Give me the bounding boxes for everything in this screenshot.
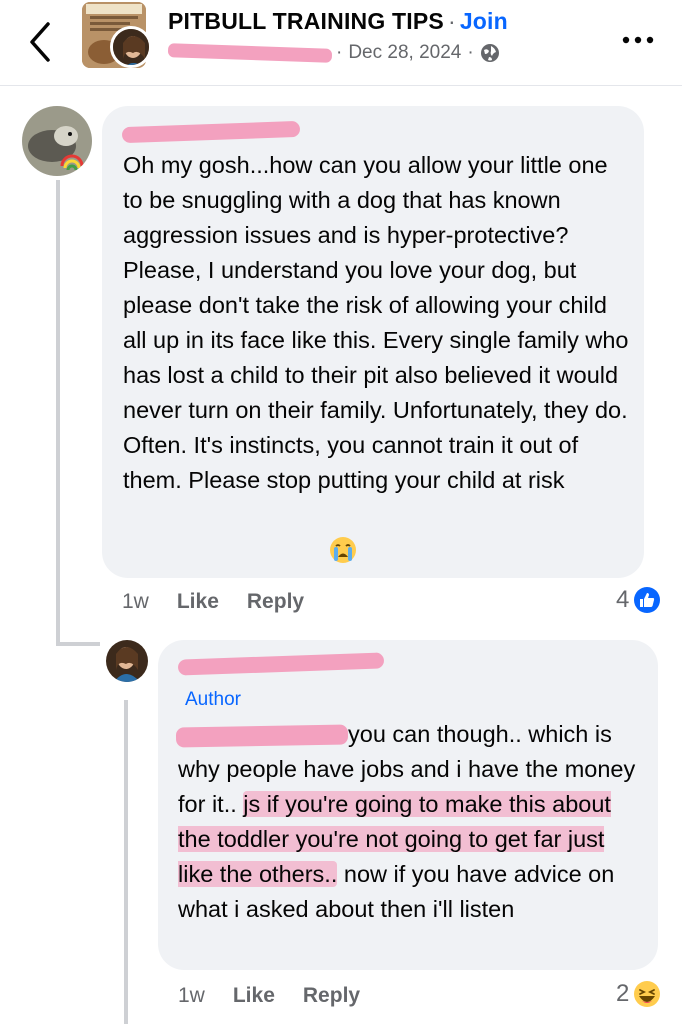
reaction-summary[interactable]: 4 <box>616 586 661 614</box>
join-button[interactable]: Join <box>460 8 508 34</box>
globe-icon <box>480 44 499 62</box>
group-name[interactable]: PITBULL TRAINING TIPS <box>168 8 444 34</box>
title-separator: · <box>447 8 456 34</box>
reply-actions: 1w Like Reply <box>178 984 360 1008</box>
group-title-line: PITBULL TRAINING TIPS · Join <box>168 8 508 35</box>
comment-actions: 1w Like Reply <box>122 590 304 614</box>
reply-text: you can though.. which is why people hav… <box>178 717 646 927</box>
post-header: PITBULL TRAINING TIPS · Join · Dec 28, 202… <box>0 0 682 86</box>
reply-reply-button[interactable]: Reply <box>303 984 360 1008</box>
more-options-button[interactable] <box>620 30 660 50</box>
reply-thread-line <box>124 700 128 1024</box>
redacted-poster-name[interactable] <box>167 43 333 63</box>
reply-author-avatar[interactable] <box>106 640 148 682</box>
reply-reaction-summary[interactable]: 2 <box>616 980 661 1008</box>
chevron-left-icon <box>30 22 50 62</box>
crying-face-emoji <box>329 536 357 564</box>
reply-button[interactable]: Reply <box>247 590 304 614</box>
post-subtitle: · Dec 28, 2024 · <box>167 42 500 64</box>
date-separator-1: · <box>336 42 343 63</box>
reply-time[interactable]: 1w <box>178 984 205 1008</box>
poster-avatar[interactable] <box>110 26 152 68</box>
reaction-count: 4 <box>616 586 630 613</box>
commenter-avatar[interactable] <box>22 106 92 176</box>
reply-like-button[interactable]: Like <box>233 984 275 1008</box>
post-date[interactable]: Dec 28, 2024 <box>348 42 461 64</box>
more-icon <box>622 36 654 44</box>
thread-line <box>56 180 60 646</box>
comment-text: Oh my gosh...how can you allow your litt… <box>123 152 629 493</box>
reply-reaction-count: 2 <box>616 980 630 1007</box>
date-separator-2: · <box>467 42 474 63</box>
back-button[interactable] <box>22 20 58 64</box>
like-button[interactable]: Like <box>177 590 219 614</box>
haha-reaction-icon <box>634 981 661 1007</box>
author-badge: Author <box>185 689 241 710</box>
thread-connector <box>56 642 100 646</box>
comment-time[interactable]: 1w <box>122 590 149 614</box>
like-reaction-icon <box>634 587 661 613</box>
